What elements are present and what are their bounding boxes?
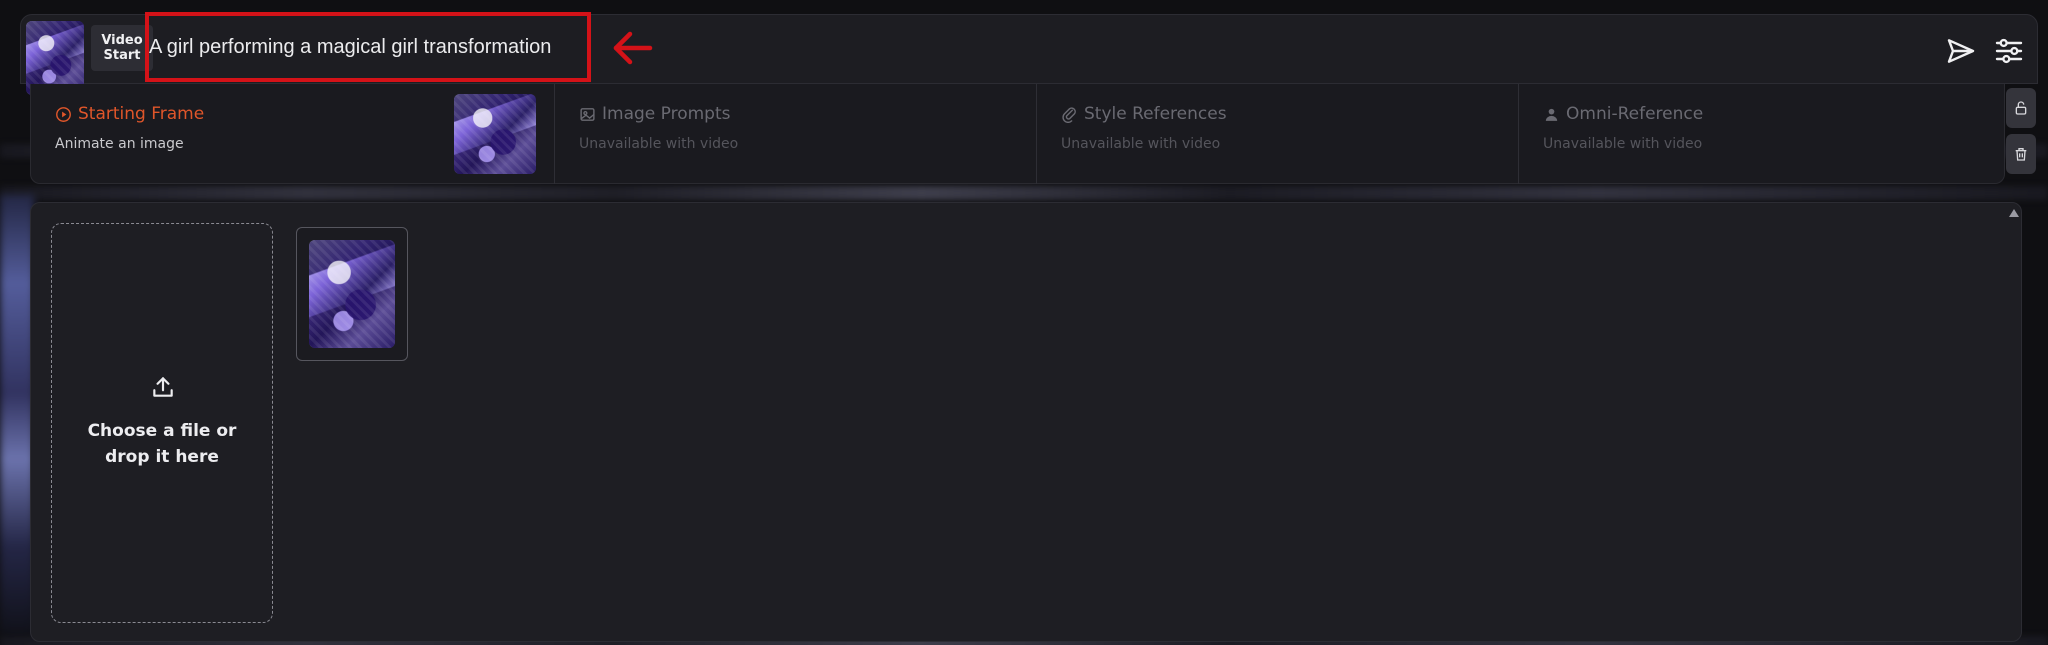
starting-frame-title: Starting Frame [55,104,204,124]
starting-frame-label: Starting Frame [78,104,205,124]
play-circle-icon [56,106,71,122]
person-icon [1545,108,1558,121]
file-dropzone[interactable]: Choose a file or drop it here [51,223,273,623]
prompt-input[interactable]: A girl performing a magical girl transfo… [149,36,551,59]
dropzone-text: Choose a file or drop it here [52,418,272,470]
image-icon [580,107,595,121]
panel-style-references: Style References Unavailable with video [1037,84,1519,184]
scroll-up-arrow-icon[interactable] [2009,209,2019,217]
image-prompts-label: Image Prompts [602,104,731,124]
video-start-badge[interactable]: Video Start [91,25,153,71]
uploaded-image-tile[interactable] [296,227,408,361]
reference-panels: Starting Frame Animate an image Image Pr… [30,84,2005,184]
image-prompts-title: Image Prompts [579,104,731,124]
uploaded-image-thumbnail [309,240,395,348]
mode-label-line2: Start [103,48,141,63]
unlock-icon [2015,101,2027,115]
image-library-panel: Choose a file or drop it here [30,202,2022,642]
omni-reference-title: Omni-Reference [1543,104,1703,124]
panel-starting-frame[interactable]: Starting Frame Animate an image [31,84,555,184]
panel-omni-reference: Omni-Reference Unavailable with video [1519,84,2003,184]
image-prompts-subtitle: Unavailable with video [579,136,739,152]
omni-reference-subtitle: Unavailable with video [1543,136,1703,152]
prompt-bar: Video Start A girl performing a magical … [20,14,2038,95]
style-references-title: Style References [1061,104,1227,124]
trash-icon [2015,148,2027,161]
annotation-arrow-left-icon [613,31,653,65]
mode-label-line1: Video [101,33,143,48]
dropzone-line1: Choose a file or [87,421,237,441]
starting-frame-thumbnail[interactable] [454,94,536,174]
paperclip-icon [1062,106,1076,123]
settings-sliders-icon[interactable] [1993,35,2025,67]
omni-reference-label: Omni-Reference [1566,104,1704,124]
style-references-subtitle: Unavailable with video [1061,136,1221,152]
starting-frame-subtitle: Animate an image [55,136,184,152]
upload-icon [153,377,173,397]
panel-side-tools [2006,88,2038,180]
panel-image-prompts: Image Prompts Unavailable with video [555,84,1037,184]
style-references-label: Style References [1084,104,1227,124]
send-icon[interactable] [1945,35,1977,67]
delete-button[interactable] [2006,134,2036,174]
vertical-scrollbar[interactable] [2009,209,2019,637]
dropzone-line2: drop it here [105,447,219,467]
unlock-button[interactable] [2006,88,2036,128]
